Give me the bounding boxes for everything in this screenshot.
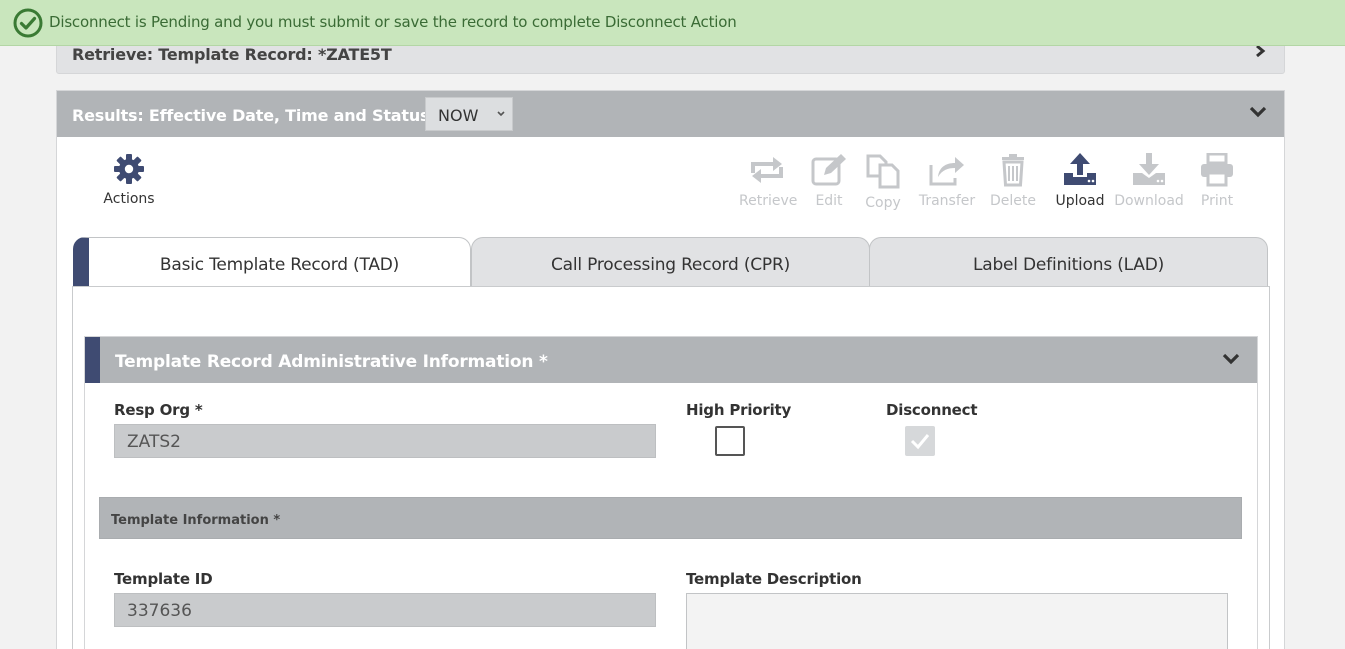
- tab-label: Call Processing Record (CPR): [550, 255, 791, 275]
- results-title: Results: Effective Date, Time and Status…: [72, 106, 436, 125]
- tab-basic-template-record[interactable]: Basic Template Record (TAD): [73, 237, 471, 287]
- print-button[interactable]: Print: [1197, 153, 1237, 209]
- retrieve-button[interactable]: Retrieve: [739, 153, 798, 209]
- template-description-label: Template Description: [686, 570, 862, 588]
- chevron-right-icon[interactable]: [1253, 44, 1267, 58]
- actions-button[interactable]: Actions: [101, 153, 157, 207]
- transfer-icon: [929, 157, 964, 186]
- template-info-title: Template Information *: [111, 513, 281, 528]
- high-priority-checkbox[interactable]: [715, 426, 745, 456]
- template-description-textarea[interactable]: [686, 593, 1228, 649]
- edit-button[interactable]: Edit: [809, 153, 849, 209]
- upload-label: Upload: [1055, 193, 1105, 209]
- check-circle-icon: [13, 8, 43, 38]
- upload-icon: [1064, 153, 1096, 185]
- disconnect-checkbox[interactable]: [905, 426, 935, 456]
- tab-call-processing-record[interactable]: Call Processing Record (CPR): [471, 237, 870, 287]
- notice-message: Disconnect is Pending and you must submi…: [49, 13, 737, 31]
- copy-label: Copy: [865, 195, 901, 211]
- checkmark-icon: [910, 434, 930, 450]
- transfer-label: Transfer: [918, 193, 976, 209]
- admin-info-title: Template Record Administrative Informati…: [115, 352, 548, 372]
- copy-button[interactable]: Copy: [863, 153, 903, 211]
- template-id-label: Template ID: [114, 570, 213, 588]
- admin-info-header[interactable]: Template Record Administrative Informati…: [85, 337, 1257, 383]
- upload-button[interactable]: Upload: [1053, 153, 1107, 209]
- tab-label: Label Definitions (LAD): [972, 255, 1165, 275]
- disconnect-label: Disconnect: [886, 401, 978, 419]
- effective-status-value: NOW: [438, 106, 479, 125]
- record-tabs: Basic Template Record (TAD) Call Process…: [73, 237, 1269, 287]
- download-label: Download: [1114, 193, 1184, 209]
- download-icon: [1133, 153, 1165, 185]
- print-label: Print: [1200, 193, 1234, 209]
- edit-icon: [811, 154, 846, 186]
- resp-org-value: ZATS2: [127, 432, 181, 452]
- template-id-value: 337636: [127, 601, 192, 621]
- transfer-button[interactable]: Transfer: [917, 153, 977, 209]
- chevron-down-icon: [497, 111, 505, 117]
- template-id-field[interactable]: 337636: [114, 593, 656, 627]
- retrieve-label: Retrieve: [739, 193, 798, 209]
- pending-disconnect-notice: Disconnect is Pending and you must submi…: [0, 0, 1345, 46]
- template-info-header: Template Information *: [99, 497, 1242, 539]
- chevron-down-icon[interactable]: [1222, 352, 1240, 366]
- resp-org-field[interactable]: ZATS2: [114, 424, 656, 458]
- trash-icon: [1002, 154, 1024, 187]
- retrieve-title: Retrieve: Template Record: *ZATE5T: [72, 45, 392, 64]
- tab-label-definitions[interactable]: Label Definitions (LAD): [869, 237, 1268, 287]
- copy-icon: [866, 154, 900, 189]
- printer-icon: [1201, 153, 1233, 187]
- actions-label: Actions: [103, 191, 155, 207]
- gear-icon: [114, 154, 144, 184]
- results-panel-header[interactable]: Results: Effective Date, Time and Status…: [57, 91, 1284, 137]
- effective-status-select[interactable]: NOW: [425, 97, 513, 131]
- delete-button[interactable]: Delete: [989, 153, 1037, 209]
- edit-label: Edit: [815, 193, 843, 209]
- tab-label: Basic Template Record (TAD): [159, 255, 400, 275]
- results-panel: Results: Effective Date, Time and Status…: [56, 90, 1285, 649]
- resp-org-label: Resp Org *: [114, 401, 203, 419]
- retrieve-icon: [751, 157, 783, 183]
- high-priority-label: High Priority: [686, 401, 792, 419]
- delete-label: Delete: [990, 193, 1036, 209]
- download-button[interactable]: Download: [1113, 153, 1185, 209]
- chevron-down-icon[interactable]: [1249, 105, 1267, 119]
